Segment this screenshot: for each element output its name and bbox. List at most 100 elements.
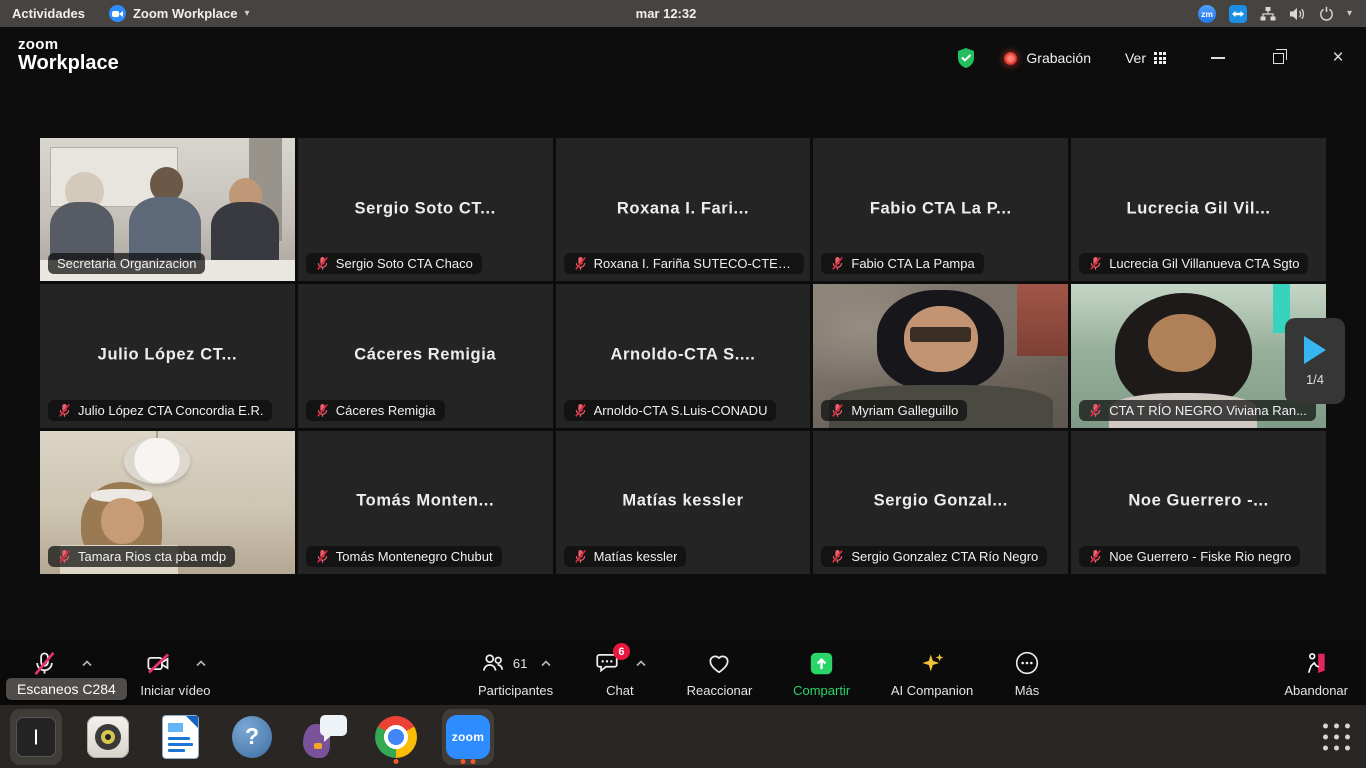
react-button[interactable]: Reaccionar bbox=[687, 640, 753, 705]
video-options-caret[interactable] bbox=[196, 660, 206, 667]
ai-companion-button[interactable]: AI Companion bbox=[891, 640, 973, 705]
taskbar-help-icon[interactable]: ? bbox=[226, 709, 278, 765]
view-button[interactable]: Ver bbox=[1125, 50, 1166, 66]
participants-icon bbox=[480, 650, 506, 676]
chat-label: Chat bbox=[606, 683, 633, 698]
video-decor bbox=[124, 438, 190, 484]
participant-display-name: Roxana I. Fari... bbox=[556, 199, 811, 218]
participant-name-label: Secretaria Organizacion bbox=[48, 253, 205, 274]
participant-tile[interactable]: Myriam Galleguillo bbox=[813, 284, 1068, 427]
gnome-dash: ? zoom bbox=[0, 705, 1366, 768]
share-screen-label: Compartir bbox=[793, 683, 850, 698]
participant-tile[interactable]: Fabio CTA La P...Fabio CTA La Pampa bbox=[813, 138, 1068, 281]
react-label: Reaccionar bbox=[687, 683, 753, 698]
network-icon[interactable] bbox=[1260, 7, 1276, 21]
participant-label-text: Lucrecia Gil Villanueva CTA Sgto bbox=[1109, 256, 1299, 271]
taskbar-pidgin-icon[interactable] bbox=[298, 709, 350, 765]
mic-off-icon bbox=[573, 403, 588, 418]
volume-icon[interactable] bbox=[1289, 7, 1306, 21]
participant-tile[interactable]: Lucrecia Gil Vil...Lucrecia Gil Villanue… bbox=[1071, 138, 1326, 281]
share-screen-button[interactable]: Compartir bbox=[793, 640, 850, 705]
participant-name-label: Noe Guerrero - Fiske Rio negro bbox=[1079, 546, 1300, 567]
participant-tile[interactable]: Sergio Gonzal...Sergio Gonzalez CTA Río … bbox=[813, 431, 1068, 574]
participant-tile[interactable]: Matías kesslerMatías kessler bbox=[556, 431, 811, 574]
show-applications-button[interactable] bbox=[1323, 723, 1350, 750]
taskbar-terminal-icon[interactable] bbox=[10, 709, 62, 765]
grid-view-icon bbox=[1154, 52, 1166, 64]
teamviewer-tray-icon[interactable] bbox=[1229, 5, 1247, 23]
participants-button[interactable]: 61 Participantes bbox=[478, 640, 553, 705]
mic-tooltip: Escaneos C284 bbox=[6, 678, 127, 700]
next-page-button[interactable]: 1/4 bbox=[1285, 318, 1345, 404]
clock[interactable]: mar 12:32 bbox=[606, 6, 726, 21]
leave-label: Abandonar bbox=[1284, 683, 1348, 698]
participant-name-label: Cáceres Remigia bbox=[306, 400, 445, 421]
mic-off-icon bbox=[315, 256, 330, 271]
mic-off-icon bbox=[57, 403, 72, 418]
chat-unread-badge: 6 bbox=[613, 643, 630, 660]
participant-name-label: Tomás Montenegro Chubut bbox=[306, 546, 502, 567]
more-ellipsis-icon bbox=[1014, 650, 1040, 676]
power-icon[interactable] bbox=[1319, 6, 1334, 21]
participant-tile[interactable]: Sergio Soto CT... Sergio Soto CTA Chaco bbox=[298, 138, 553, 281]
participant-tile[interactable]: Tomás Monten...Tomás Montenegro Chubut bbox=[298, 431, 553, 574]
tray-chevron-down-icon[interactable]: ▾ bbox=[1347, 8, 1352, 19]
mic-off-icon bbox=[1088, 549, 1103, 564]
participant-display-name: Sergio Soto CT... bbox=[298, 199, 553, 218]
leave-door-icon bbox=[1303, 650, 1329, 676]
participant-name-label: Tamara Rios cta pba mdp bbox=[48, 546, 235, 567]
focused-app-menu[interactable]: Zoom Workplace ▾ bbox=[97, 0, 262, 27]
video-decor bbox=[910, 327, 971, 341]
participant-label-text: Matías kessler bbox=[594, 549, 678, 564]
taskbar-libreoffice-writer-icon[interactable] bbox=[154, 709, 206, 765]
start-video-button[interactable]: Iniciar vídeo bbox=[140, 640, 210, 705]
participant-name-label: Roxana I. Fariña SUTECO-CTERA bbox=[564, 253, 805, 274]
participant-label-text: Myriam Galleguillo bbox=[851, 403, 958, 418]
leave-button[interactable]: Abandonar bbox=[1284, 640, 1348, 705]
minimize-button[interactable] bbox=[1210, 50, 1226, 66]
chat-caret[interactable] bbox=[636, 660, 646, 667]
zoom-workplace-logo: zoom Workplace bbox=[18, 37, 119, 74]
participant-name-label: Myriam Galleguillo bbox=[821, 400, 967, 421]
screen: Actividades Zoom Workplace ▾ mar 12:32 z… bbox=[0, 0, 1366, 768]
page-indicator: 1/4 bbox=[1306, 372, 1324, 387]
recording-dot-icon bbox=[1004, 52, 1017, 65]
participant-name-label: Sergio Soto CTA Chaco bbox=[306, 253, 482, 274]
participant-label-text: Julio López CTA Concordia E.R. bbox=[78, 403, 263, 418]
zoom-window: zoom Workplace Grabación Ver × Secretari… bbox=[0, 27, 1366, 705]
chat-button[interactable]: 6 Chat bbox=[594, 640, 646, 705]
view-label: Ver bbox=[1125, 50, 1146, 66]
logo-zoom-text: zoom bbox=[18, 37, 119, 53]
recording-indicator[interactable]: Grabación bbox=[1004, 50, 1091, 66]
participant-tile[interactable]: Noe Guerrero -... Noe Guerrero - Fiske Ri… bbox=[1071, 431, 1326, 574]
participant-tile[interactable]: Roxana I. Fari... Roxana I. Fariña SUTECO… bbox=[556, 138, 811, 281]
zoom-tray-icon[interactable]: zm bbox=[1198, 5, 1216, 23]
participant-tile[interactable]: Secretaria Organizacion bbox=[40, 138, 295, 281]
participant-tile[interactable]: Tamara Rios cta pba mdp bbox=[40, 431, 295, 574]
participant-tile[interactable]: Arnoldo-CTA S....Arnoldo-CTA S.Luis-CONA… bbox=[556, 284, 811, 427]
participant-label-text: Sergio Gonzalez CTA Río Negro bbox=[851, 549, 1038, 564]
mic-options-caret[interactable] bbox=[82, 660, 92, 667]
close-button[interactable]: × bbox=[1330, 50, 1346, 66]
encryption-shield-icon[interactable] bbox=[956, 47, 976, 69]
participants-caret[interactable] bbox=[541, 660, 551, 667]
taskbar-zoom-icon[interactable]: zoom bbox=[442, 709, 494, 765]
restore-button[interactable] bbox=[1270, 50, 1286, 66]
participant-name-label: CTA T RÍO NEGRO Viviana Ran... bbox=[1079, 400, 1316, 421]
video-decor bbox=[101, 498, 144, 544]
mic-off-icon bbox=[315, 549, 330, 564]
participant-tile[interactable]: Julio López CT...Julio López CTA Concord… bbox=[40, 284, 295, 427]
taskbar-audio-player-icon[interactable] bbox=[82, 709, 134, 765]
participant-display-name: Noe Guerrero -... bbox=[1071, 492, 1326, 511]
participant-tile[interactable]: Cáceres RemigiaCáceres Remigia bbox=[298, 284, 553, 427]
double-arrow-icon bbox=[1232, 10, 1244, 18]
more-button[interactable]: Más bbox=[1014, 640, 1040, 705]
video-decor bbox=[1017, 284, 1068, 356]
window-controls: Grabación Ver × bbox=[956, 47, 1346, 69]
mic-off-icon bbox=[1088, 256, 1103, 271]
participant-name-label: Sergio Gonzalez CTA Río Negro bbox=[821, 546, 1047, 567]
participant-name-label: Julio López CTA Concordia E.R. bbox=[48, 400, 272, 421]
activities-button[interactable]: Actividades bbox=[0, 0, 97, 27]
participant-label-text: Noe Guerrero - Fiske Rio negro bbox=[1109, 549, 1291, 564]
taskbar-chrome-icon[interactable] bbox=[370, 709, 422, 765]
